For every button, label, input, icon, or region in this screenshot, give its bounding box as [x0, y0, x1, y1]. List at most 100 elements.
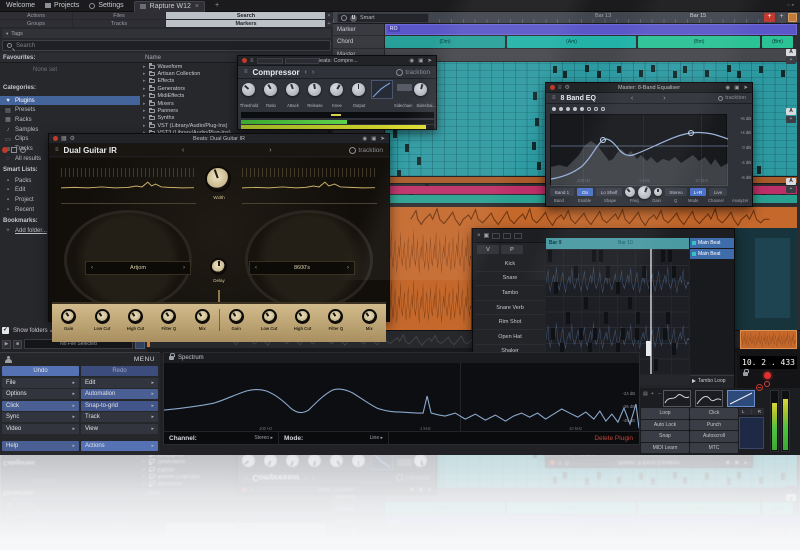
loop-range-icon[interactable]: [788, 13, 797, 22]
close-icon[interactable]: ×: [477, 233, 481, 239]
pin-icon[interactable]: ➤: [743, 85, 748, 91]
gear-icon[interactable]: ⚙: [70, 135, 75, 143]
menu-button-left[interactable]: Sync▸: [2, 412, 79, 422]
ratio-knob[interactable]: [264, 83, 277, 96]
browser-tab-bottom[interactable]: Tracks: [73, 20, 165, 27]
caret-icon[interactable]: ▸: [143, 64, 146, 70]
cab-selector-right[interactable]: ‹ 8600's ›: [249, 261, 355, 275]
track-edge-buttons[interactable]: A+: [786, 108, 796, 124]
ir-knob[interactable]: [229, 309, 244, 324]
shape-button[interactable]: Lo Shelf: [596, 188, 622, 196]
ir-knob[interactable]: [195, 309, 210, 324]
caret-icon[interactable]: ▸: [143, 78, 146, 84]
eye-icon[interactable]: ◉: [725, 85, 730, 91]
mode-selector[interactable]: Mode:Line ▸: [279, 432, 389, 445]
track-edge-buttons[interactable]: A+: [786, 178, 796, 194]
time-display[interactable]: 10. 2 . 433: [740, 356, 797, 369]
prev-cab-icon[interactable]: ‹: [91, 265, 93, 271]
menu-button-left[interactable]: File▸: [2, 378, 79, 388]
lock-icon[interactable]: [169, 356, 174, 360]
eq-thumbnail[interactable]: [663, 390, 691, 407]
grid-icon[interactable]: [11, 147, 17, 153]
gear-icon[interactable]: [20, 147, 26, 153]
width-knob[interactable]: [205, 166, 231, 192]
lock-icon[interactable]: [743, 372, 748, 376]
add-track-button[interactable]: +: [764, 13, 775, 22]
browser-tab-bottom[interactable]: Groups: [0, 20, 72, 27]
pin-icon[interactable]: ➤: [427, 58, 432, 64]
dock-icon[interactable]: ▣: [484, 232, 490, 239]
camera-icon[interactable]: ▣: [734, 85, 739, 91]
ir-knob[interactable]: [262, 309, 277, 324]
q-knob[interactable]: [654, 188, 662, 196]
ir-knob[interactable]: [295, 309, 310, 324]
delete-plugin-button[interactable]: Delete Plugin: [594, 435, 639, 442]
option-button-left[interactable]: MIDI Learn: [641, 443, 689, 454]
help-button[interactable]: Help▸: [2, 441, 79, 451]
prev-preset-icon[interactable]: ‹: [182, 147, 184, 154]
menu-settings[interactable]: Settings: [89, 2, 123, 9]
prev-preset-icon[interactable]: ‹: [631, 95, 633, 102]
prev-cab-icon[interactable]: ‹: [255, 265, 257, 271]
option-button-right[interactable]: Punch: [690, 420, 738, 431]
chord-clip[interactable]: (Am): [507, 36, 636, 48]
sidechain-knob[interactable]: [414, 83, 427, 96]
browser-tab-bottom[interactable]: Markers: [166, 20, 326, 27]
menu-button-left[interactable]: Options▸: [2, 389, 79, 399]
guitar-ir-titlebar[interactable]: Beats: Dual Guitar IR ▦ ⚙ ◉▣➤: [49, 134, 389, 144]
clip-list-item[interactable]: Main Beat: [690, 238, 734, 248]
drum-row-label[interactable]: Snare Verb: [475, 301, 545, 316]
velocity-button[interactable]: V: [477, 245, 499, 254]
eq-thumbnail[interactable]: [695, 390, 723, 407]
chord-clip[interactable]: (Dm): [385, 36, 505, 48]
track-edge-buttons[interactable]: A+: [786, 49, 796, 65]
caret-icon[interactable]: ▸: [143, 71, 146, 77]
close-window-icon[interactable]: [53, 136, 58, 141]
menu-welcome[interactable]: Welcome: [6, 2, 35, 9]
tambo-loop-clip[interactable]: [740, 330, 797, 349]
tool-chip[interactable]: [492, 233, 500, 239]
compressor-thumbnail[interactable]: [727, 390, 755, 407]
cab-selector-left[interactable]: ‹ Artjom ›: [85, 261, 191, 275]
ir-graph-right[interactable]: [242, 168, 377, 204]
threshold-knob[interactable]: [242, 83, 255, 96]
caret-icon[interactable]: ▸: [143, 93, 146, 99]
ir-graph-left[interactable]: [61, 168, 196, 204]
eye-icon[interactable]: ◉: [409, 58, 414, 64]
tags-collapser[interactable]: ▾Tags: [2, 29, 331, 38]
ir-knob[interactable]: [61, 309, 76, 324]
camera-icon[interactable]: ▣: [371, 136, 376, 142]
option-button-left[interactable]: Loop: [641, 408, 689, 419]
compressor-titlebar[interactable]: Beats: Compre... ≡ ◉▣➤: [238, 56, 436, 66]
smart-toolbar[interactable]: U Smart: [337, 13, 429, 23]
undo-button[interactable]: Undo: [2, 366, 79, 376]
category-item[interactable]: ▦Racks: [0, 115, 140, 124]
spectrum-graph[interactable]: 100 Hz1 kHz10 kHz -24 dB-36 dB-48 dB: [164, 363, 639, 431]
pin-icon[interactable]: ➤: [380, 136, 385, 142]
hamburger-icon[interactable]: ≡: [55, 146, 59, 154]
menu-projects[interactable]: Projects: [45, 2, 79, 9]
user-icon[interactable]: [5, 356, 12, 363]
option-button-left[interactable]: Snap: [641, 431, 689, 442]
menu-button-right[interactable]: Track▸: [81, 412, 158, 422]
track-header-marker[interactable]: Marker: [333, 24, 385, 36]
edit-tab-rapture-w12[interactable]: Rapture W12×: [134, 1, 205, 12]
dark-clip-region[interactable]: [735, 228, 797, 330]
gain-knob[interactable]: [638, 186, 651, 199]
menu-button-left[interactable]: Click▸: [2, 401, 79, 411]
browser-tab-top[interactable]: Files: [73, 12, 165, 19]
browser-tab-top[interactable]: Search: [166, 12, 326, 19]
tool-chip[interactable]: [514, 233, 522, 239]
chord-clip[interactable]: (Bm): [762, 36, 793, 48]
close-window-icon[interactable]: [242, 58, 247, 63]
play-button[interactable]: ▶: [2, 340, 11, 349]
next-preset-icon[interactable]: ›: [663, 95, 665, 102]
audio-clip-tall[interactable]: [385, 228, 472, 330]
browser-add-button[interactable]: +: [325, 20, 333, 27]
track-header-chord[interactable]: Chord: [333, 36, 385, 49]
master-track-lane[interactable]: [385, 49, 797, 62]
ir-knob[interactable]: [362, 309, 377, 324]
menu-button-right[interactable]: View▸: [81, 424, 158, 434]
mode-button[interactable]: Stereo: [665, 188, 687, 196]
caret-icon[interactable]: ▸: [143, 101, 146, 107]
